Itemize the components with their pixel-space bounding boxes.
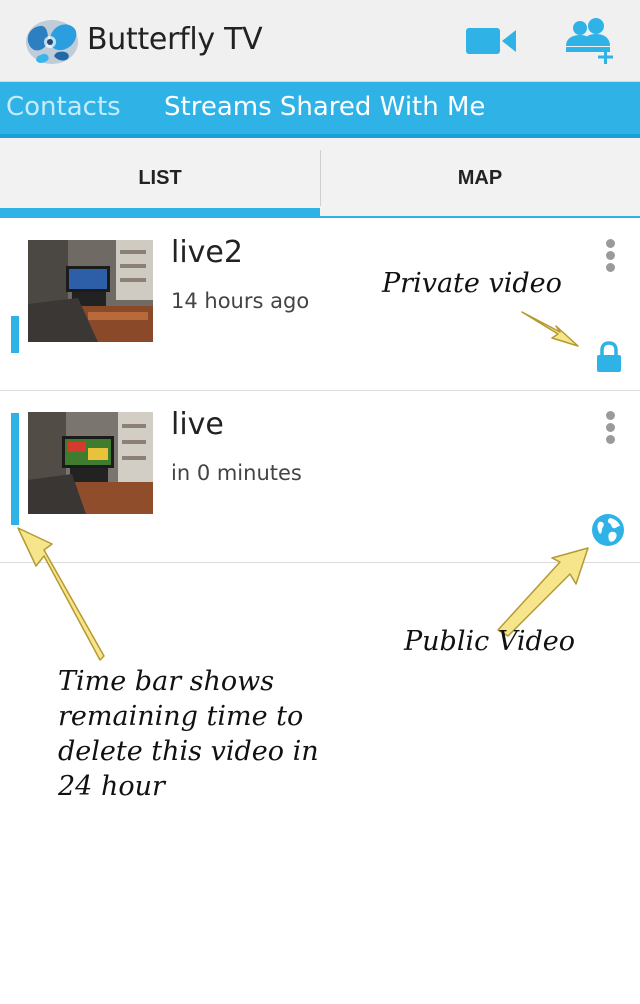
- video-list-item[interactable]: live in 0 minutes: [0, 391, 640, 563]
- stream-category-strip: Contacts Streams Shared With Me: [0, 82, 640, 138]
- overflow-menu-icon[interactable]: [600, 239, 620, 273]
- app-title: Butterfly TV: [87, 22, 263, 57]
- overflow-menu-icon[interactable]: [600, 411, 620, 445]
- video-timestamp: in 0 minutes: [171, 461, 302, 485]
- video-title: live: [171, 407, 224, 442]
- add-contacts-icon[interactable]: [560, 16, 620, 66]
- video-title: live2: [171, 235, 243, 270]
- annotation-line: remaining time to: [58, 701, 304, 732]
- butterfly-logo-icon: [26, 20, 78, 64]
- tab-streams-shared-with-me[interactable]: Streams Shared With Me: [164, 92, 485, 122]
- time-remaining-bar: [11, 316, 19, 353]
- annotation-private-video: Private video: [382, 268, 562, 299]
- tab-list[interactable]: LIST: [0, 138, 320, 218]
- annotation-line: delete this video in: [58, 736, 319, 767]
- video-thumbnail: [28, 412, 153, 514]
- video-camera-icon[interactable]: [464, 22, 518, 60]
- tab-map[interactable]: MAP: [320, 138, 640, 218]
- video-list-item[interactable]: live2 14 hours ago: [0, 219, 640, 391]
- time-remaining-bar: [11, 413, 19, 525]
- video-thumbnail: [28, 240, 153, 342]
- tab-contacts[interactable]: Contacts: [6, 92, 121, 122]
- annotation-line: 24 hour: [58, 771, 165, 802]
- lock-icon: [597, 341, 621, 372]
- video-timestamp: 14 hours ago: [171, 289, 310, 313]
- selected-tab-indicator: [0, 208, 320, 217]
- globe-icon: [592, 514, 624, 546]
- action-bar: Butterfly TV: [0, 0, 640, 82]
- annotation-time-bar: Time bar shows remaining time to delete …: [58, 664, 438, 804]
- view-tabs: LIST MAP: [0, 138, 640, 218]
- annotation-line: Time bar shows: [58, 666, 275, 697]
- annotation-public-video: Public Video: [404, 626, 575, 657]
